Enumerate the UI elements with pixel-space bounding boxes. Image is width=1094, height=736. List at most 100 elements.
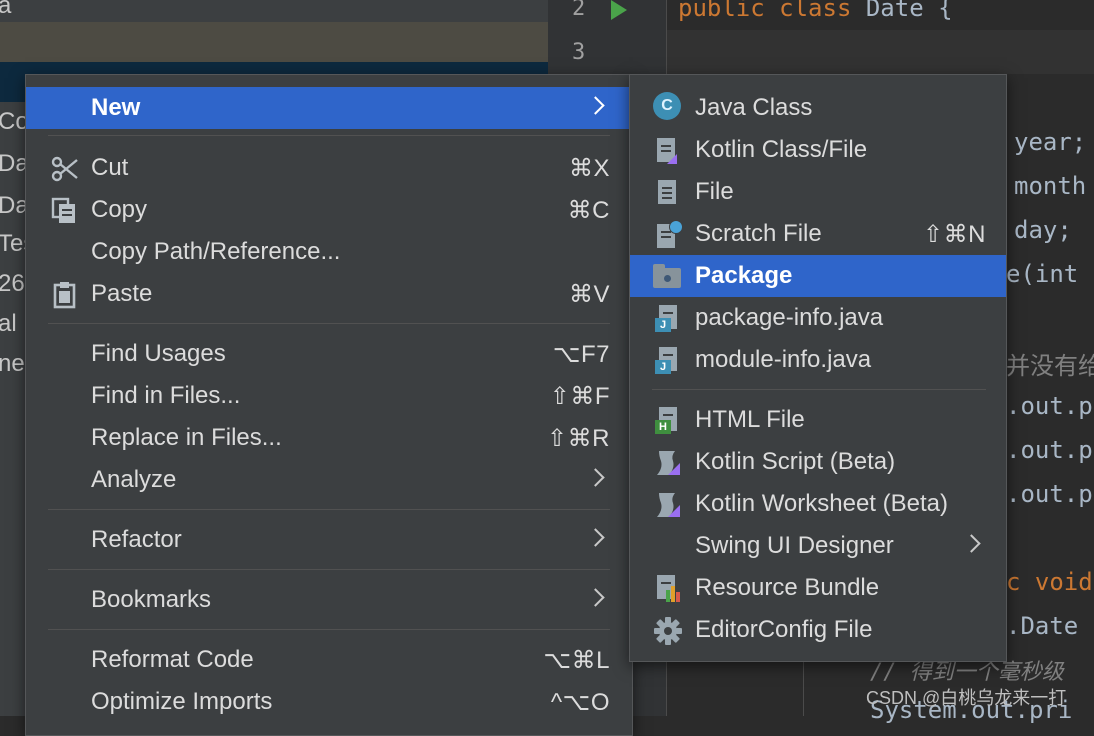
menu-item-label: Kotlin Script (Beta) xyxy=(695,448,896,475)
shortcut-text: ⌘X xyxy=(568,155,610,182)
menu-item-paste[interactable]: Paste ⌘V xyxy=(26,273,632,315)
shortcut-text: ⇧⌘R xyxy=(547,425,610,452)
chevron-right-icon xyxy=(586,528,605,547)
keyword-class: class xyxy=(779,0,852,22)
code-fragment: .out.p xyxy=(1006,392,1093,420)
copy-icon xyxy=(50,196,80,226)
file-icon xyxy=(653,178,683,208)
menu-item-kotlin-worksheet[interactable]: Kotlin Worksheet (Beta) xyxy=(630,483,1006,525)
menu-item-optimize-imports[interactable]: Optimize Imports ^⌥O xyxy=(26,681,632,723)
menu-item-label: Scratch File xyxy=(695,220,822,247)
menu-item-new[interactable]: New xyxy=(26,87,632,129)
new-submenu: C Java Class Kotlin Class/File File Scra… xyxy=(629,74,1007,662)
java-class-icon: C xyxy=(653,92,681,120)
chevron-right-icon xyxy=(962,534,981,553)
menu-item-label: Replace in Files... xyxy=(91,424,282,451)
menu-item-label: Kotlin Class/File xyxy=(695,136,868,163)
menu-separator xyxy=(48,509,610,510)
kotlin-file-icon xyxy=(653,136,683,166)
current-line-highlight xyxy=(667,30,1094,74)
menu-item-label: Resource Bundle xyxy=(695,574,880,601)
menu-item-bookmarks[interactable]: Bookmarks xyxy=(26,579,632,621)
clipboard-icon xyxy=(50,280,80,310)
menu-item-kotlin-class-file[interactable]: Kotlin Class/File xyxy=(630,129,1006,171)
java-file-icon: J xyxy=(653,346,683,376)
tree-row[interactable]: a xyxy=(0,0,548,22)
menu-item-java-class[interactable]: C Java Class xyxy=(630,87,1006,129)
menu-item-replace-in-files[interactable]: Replace in Files... ⇧⌘R xyxy=(26,417,632,459)
shortcut-text: ⌥F7 xyxy=(552,341,610,368)
code-fragment: day; xyxy=(1014,216,1072,244)
menu-item-label: Reformat Code xyxy=(91,646,254,673)
tree-row-label[interactable]: ne xyxy=(0,350,25,378)
code-fragment: c void xyxy=(1006,568,1093,596)
menu-item-swing-ui-designer[interactable]: Swing UI Designer xyxy=(630,525,1006,567)
menu-item-analyze[interactable]: Analyze xyxy=(26,459,632,501)
java-badge: J xyxy=(655,318,671,332)
menu-item-label: Kotlin Worksheet (Beta) xyxy=(695,490,948,517)
package-folder-icon xyxy=(653,262,683,292)
menu-separator xyxy=(48,629,610,630)
menu-item-module-info[interactable]: J module-info.java xyxy=(630,339,1006,381)
kotlin-script-icon xyxy=(653,448,683,478)
menu-item-copy[interactable]: Copy ⌘C xyxy=(26,189,632,231)
menu-item-resource-bundle[interactable]: Resource Bundle xyxy=(630,567,1006,609)
code-fragment: month xyxy=(1014,172,1087,200)
chevron-right-icon xyxy=(586,96,605,115)
menu-separator xyxy=(48,135,610,136)
chevron-right-icon xyxy=(586,588,605,607)
html-file-icon: H xyxy=(653,406,683,436)
menu-item-copy-path[interactable]: Copy Path/Reference... xyxy=(26,231,632,273)
code-fragment: 并没有给 xyxy=(1006,352,1094,380)
menu-item-label: Cut xyxy=(91,154,129,181)
menu-item-label: New xyxy=(91,94,141,121)
menu-item-editorconfig-file[interactable]: EditorConfig File xyxy=(630,609,1006,651)
code-fragment: e(int xyxy=(1006,260,1079,288)
menu-item-kotlin-script[interactable]: Kotlin Script (Beta) xyxy=(630,441,1006,483)
menu-item-label: Swing UI Designer xyxy=(695,532,894,559)
menu-item-package[interactable]: Package xyxy=(630,255,1006,297)
menu-item-find-in-files[interactable]: Find in Files... ⇧⌘F xyxy=(26,375,632,417)
menu-item-label: Copy xyxy=(91,196,148,223)
java-file-icon: J xyxy=(653,304,683,334)
menu-item-label: Find in Files... xyxy=(91,382,241,409)
shortcut-text: ^⌥O xyxy=(550,689,610,716)
menu-item-label: Analyze xyxy=(91,466,177,493)
menu-item-label: Paste xyxy=(91,280,153,307)
run-gutter-icon[interactable] xyxy=(611,0,627,20)
menu-item-label: EditorConfig File xyxy=(695,616,873,643)
menu-item-scratch-file[interactable]: Scratch File ⇧⌘N xyxy=(630,213,1006,255)
code-fragment: .out.p xyxy=(1006,436,1093,464)
menu-item-refactor[interactable]: Refactor xyxy=(26,519,632,561)
menu-item-label: Copy Path/Reference... xyxy=(91,238,341,265)
html-badge: H xyxy=(655,420,671,434)
menu-item-label: HTML File xyxy=(695,406,805,433)
code-fragment: .out.p xyxy=(1006,480,1093,508)
code-line-2: public class Date { xyxy=(678,0,953,22)
menu-item-cut[interactable]: Cut ⌘X xyxy=(26,147,632,189)
menu-item-label: Java Class xyxy=(695,94,813,121)
code-fragment: year; xyxy=(1014,128,1087,156)
tree-row-label[interactable]: 26 xyxy=(0,270,25,298)
kotlin-worksheet-icon xyxy=(653,490,683,520)
menu-item-file[interactable]: File xyxy=(630,171,1006,213)
menu-item-reformat-code[interactable]: Reformat Code ⌥⌘L xyxy=(26,639,632,681)
menu-item-html-file[interactable]: H HTML File xyxy=(630,399,1006,441)
shortcut-text: ⇧⌘F xyxy=(549,383,610,410)
menu-item-label: Optimize Imports xyxy=(91,688,273,715)
java-badge: J xyxy=(655,360,671,374)
class-name: Date { xyxy=(865,0,953,22)
menu-item-label: File xyxy=(695,178,734,205)
tree-row[interactable] xyxy=(0,22,548,62)
shortcut-text: ⌘V xyxy=(568,281,610,308)
menu-separator xyxy=(48,569,610,570)
menu-separator xyxy=(652,389,986,390)
menu-item-label: Find Usages xyxy=(91,340,226,367)
gear-icon xyxy=(653,616,683,646)
menu-item-find-usages[interactable]: Find Usages ⌥F7 xyxy=(26,333,632,375)
line-number: 3 xyxy=(572,40,586,65)
watermark-text: CSDN @白桃乌龙来一打 xyxy=(866,688,1067,708)
scissors-icon xyxy=(50,154,80,184)
menu-item-package-info[interactable]: J package-info.java xyxy=(630,297,1006,339)
menu-item-label: Bookmarks xyxy=(91,586,212,613)
